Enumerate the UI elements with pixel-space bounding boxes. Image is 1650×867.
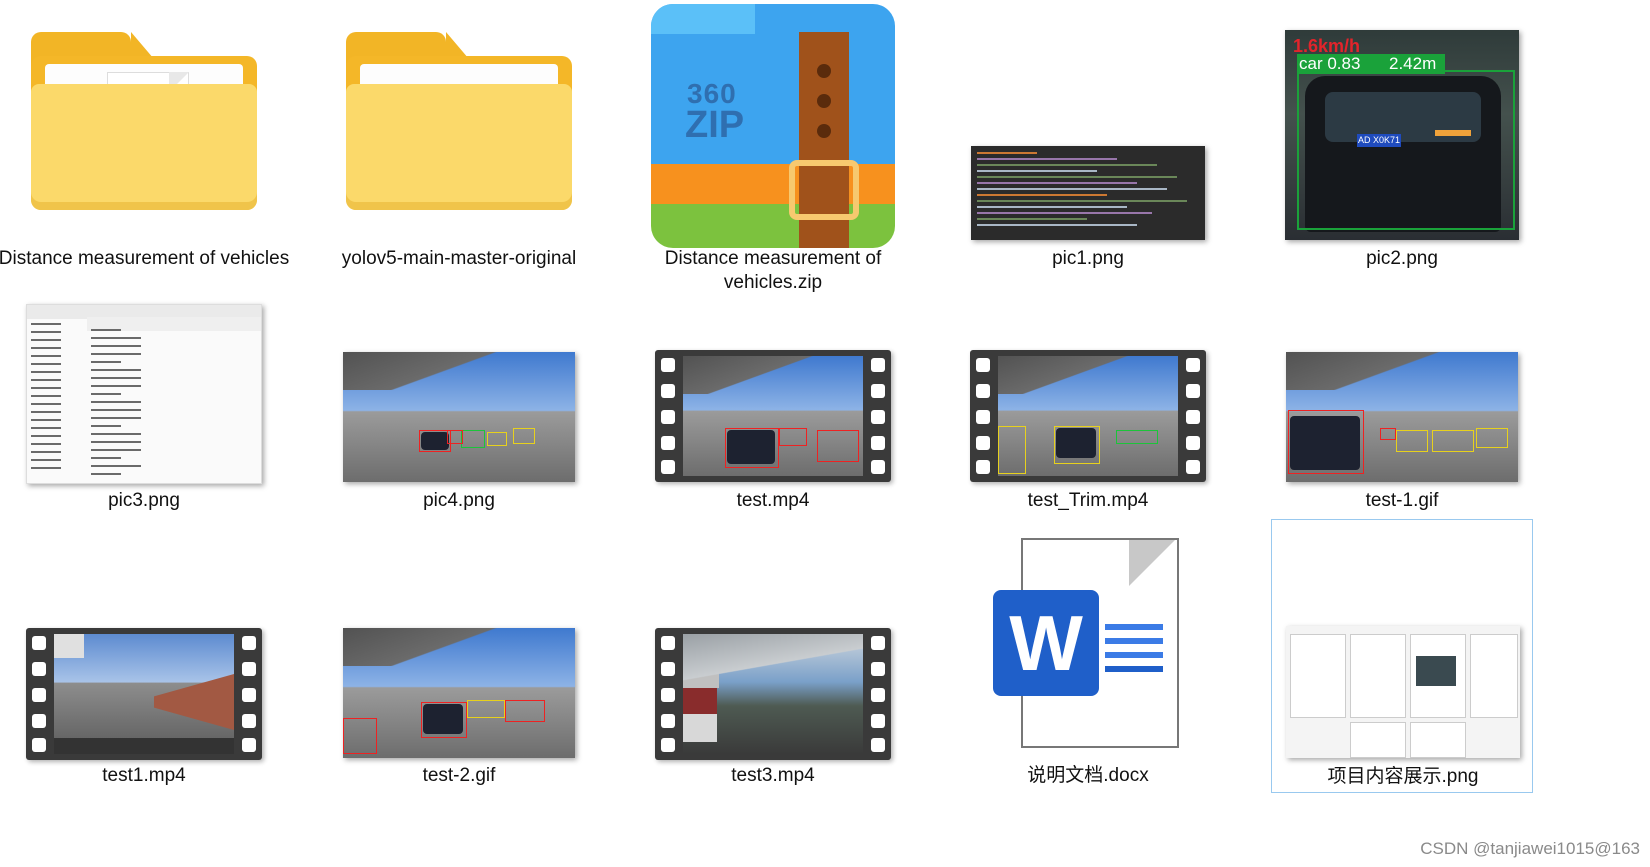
image-thumbnail <box>309 352 609 482</box>
class-overlay: car 0.83 <box>1299 54 1361 73</box>
file-name: test-2.gif <box>422 765 496 786</box>
video-icon <box>623 350 923 482</box>
word-document-icon: W <box>938 538 1238 750</box>
file-name: test.mp4 <box>736 490 810 511</box>
distance-overlay: 2.42m <box>1389 54 1437 73</box>
file-name: pic2.png <box>1366 248 1438 269</box>
file-item-pic1[interactable]: pic1.png <box>938 0 1238 300</box>
folder-icon <box>309 30 609 210</box>
file-name: pic3.png <box>108 490 180 511</box>
video-icon <box>0 628 294 760</box>
file-item-pic4[interactable]: pic4.png <box>309 300 609 530</box>
license-plate: AD X0K71 <box>1357 134 1401 147</box>
file-name: pic4.png <box>423 490 495 511</box>
file-item-docx[interactable]: W 说明文档.docx <box>938 530 1238 800</box>
image-thumbnail <box>0 304 294 484</box>
file-item-folder-distance[interactable]: Distance measurement of vehicles <box>0 0 294 300</box>
file-name: pic1.png <box>1052 248 1124 269</box>
zip-type-text: ZIP <box>685 104 745 146</box>
image-thumbnail: 1.6km/h car 0.83 2.42m AD X0K71 <box>1252 30 1552 240</box>
file-grid: Distance measurement of vehicles yolov5-… <box>0 0 1650 867</box>
file-name: test1.mp4 <box>102 765 186 786</box>
image-thumbnail <box>1253 626 1553 758</box>
file-item-test3-mp4[interactable]: test3.mp4 <box>623 530 923 800</box>
file-item-project-png[interactable]: 项目内容展示.png <box>1271 519 1533 793</box>
file-name: test3.mp4 <box>731 765 815 786</box>
file-name: 项目内容展示.png <box>1327 766 1479 787</box>
video-icon <box>623 628 923 760</box>
image-thumbnail <box>938 146 1238 240</box>
file-item-test-mp4[interactable]: test.mp4 <box>623 300 923 530</box>
file-item-test-trim-mp4[interactable]: test_Trim.mp4 <box>938 300 1238 530</box>
file-item-test-1-gif[interactable]: test-1.gif <box>1252 300 1552 530</box>
file-name: test_Trim.mp4 <box>1027 490 1149 511</box>
file-name: Distance measurement of vehicles <box>0 248 290 269</box>
file-name: 说明文档.docx <box>1027 765 1149 786</box>
file-name: test-1.gif <box>1365 490 1439 511</box>
zip-archive-icon: 360 ZIP <box>623 4 923 248</box>
file-item-test-2-gif[interactable]: test-2.gif <box>309 530 609 800</box>
file-name: Distance measurement of vehicles.zip <box>664 248 882 293</box>
image-thumbnail <box>1252 352 1552 482</box>
video-icon <box>938 350 1238 482</box>
word-logo-letter: W <box>993 590 1099 696</box>
file-name: yolov5-main-master-original <box>341 248 577 269</box>
file-item-pic2[interactable]: 1.6km/h car 0.83 2.42m AD X0K71 pic2.png <box>1252 0 1552 300</box>
file-item-folder-yolov5[interactable]: yolov5-main-master-original <box>309 0 609 300</box>
folder-icon <box>0 30 294 210</box>
image-thumbnail <box>309 628 609 758</box>
file-item-zip[interactable]: 360 ZIP Distance measurement of vehicles… <box>623 0 923 300</box>
watermark-text: CSDN @tanjiawei1015@163 <box>1420 839 1640 858</box>
file-item-pic3[interactable]: pic3.png <box>0 300 294 530</box>
file-item-test1-mp4[interactable]: test1.mp4 <box>0 530 294 800</box>
